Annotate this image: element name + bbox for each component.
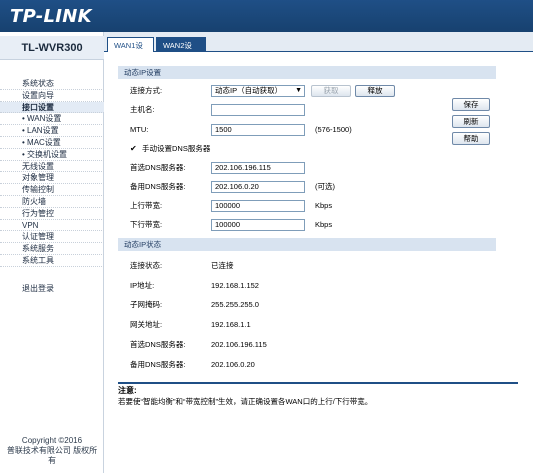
sidebar-item-system-status[interactable]: 系统状态 bbox=[0, 78, 104, 90]
sidebar-item-transmission-control[interactable]: 传输控制 bbox=[0, 184, 104, 196]
secondary-dns-input[interactable]: 202.106.0.20 bbox=[211, 181, 305, 193]
ip-address-label: IP地址: bbox=[130, 281, 155, 290]
sidebar-item-wan-settings[interactable]: • WAN设置 bbox=[0, 113, 104, 126]
primary-dns-label: 首选DNS服务器: bbox=[130, 163, 186, 172]
sidebar-item-system-tools[interactable]: 系统工具 bbox=[0, 255, 104, 267]
upload-bandwidth-input[interactable]: 100000 bbox=[211, 200, 305, 212]
mtu-input[interactable]: 1500 bbox=[211, 124, 305, 136]
top-header: TP-LINK bbox=[0, 0, 533, 32]
sidebar-item-firewall[interactable]: 防火墙 bbox=[0, 196, 104, 208]
tab-wan1[interactable]: WAN1设置 bbox=[107, 37, 154, 65]
release-button[interactable]: 释放 bbox=[355, 85, 395, 97]
copyright: Copyright ©2016 普联技术有限公司 版权所 有 bbox=[0, 436, 104, 466]
download-bandwidth-input[interactable]: 100000 bbox=[211, 219, 305, 231]
sidebar-item-switch-settings[interactable]: • 交换机设置 bbox=[0, 149, 104, 161]
hostname-label: 主机名: bbox=[130, 105, 155, 114]
primary-dns-row: 首选DNS服务器: 202.106.196.115 bbox=[130, 161, 430, 175]
gateway-label: 网关地址: bbox=[130, 320, 163, 329]
sidebar-item-vpn[interactable]: VPN bbox=[0, 220, 104, 232]
note-text: 若要使“智能均衡”和“带宽控制”生效，请正确设置各WAN口的上行/下行带宽。 bbox=[118, 397, 373, 406]
status-secondary-dns-row: 备用DNS服务器: 202.106.0.20 bbox=[130, 358, 430, 372]
secondary-dns-row: 备用DNS服务器: 202.106.0.20 (可选) bbox=[130, 180, 430, 194]
dynamic-ip-settings-header: 动态IP设置 bbox=[118, 66, 496, 79]
gateway-row: 网关地址: 192.168.1.1 bbox=[130, 318, 430, 332]
status-primary-dns-label: 首选DNS服务器: bbox=[130, 340, 186, 349]
mtu-label: MTU: bbox=[130, 125, 149, 134]
connection-mode-row: 连接方式: 动态IP（自动获取） ▼ 获取 释放 bbox=[130, 84, 430, 98]
manual-dns-row: ✔ 手动设置DNS服务器 bbox=[130, 142, 330, 156]
sidebar-menu: 系统状态 设置向导 接口设置 • WAN设置 • LAN设置 • MAC设置 •… bbox=[0, 78, 104, 295]
refresh-button[interactable]: 刷新 bbox=[452, 115, 490, 128]
download-bandwidth-row: 下行带宽: 100000 Kbps bbox=[130, 218, 430, 232]
upload-bandwidth-row: 上行带宽: 100000 Kbps bbox=[130, 199, 430, 213]
secondary-dns-note: (可选) bbox=[315, 182, 335, 191]
tab-bar: WAN1设置 WAN2设置 bbox=[104, 32, 533, 65]
copyright-line-1: Copyright ©2016 bbox=[21, 436, 83, 445]
manual-dns-checkbox[interactable]: ✔ bbox=[130, 144, 139, 153]
primary-dns-input[interactable]: 202.106.196.115 bbox=[211, 162, 305, 174]
note-title: 注意: bbox=[118, 386, 137, 395]
sidebar-item-behavior-control[interactable]: 行为管控 bbox=[0, 208, 104, 220]
subnet-mask-label: 子网掩码: bbox=[130, 300, 163, 309]
help-button[interactable]: 帮助 bbox=[452, 132, 490, 145]
connection-status-value: 已连接 bbox=[211, 261, 234, 270]
connection-mode-label: 连接方式: bbox=[130, 86, 163, 95]
main-panel: 动态IP设置 连接方式: 动态IP（自动获取） ▼ 获取 释放 主机名: MTU… bbox=[104, 52, 533, 473]
connection-status-label: 连接状态: bbox=[130, 261, 163, 270]
hostname-row: 主机名: bbox=[130, 103, 430, 117]
mtu-range: (576-1500) bbox=[315, 125, 352, 134]
tab-wan2[interactable]: WAN2设置 bbox=[156, 37, 206, 65]
sidebar-item-interface-settings[interactable]: 接口设置 bbox=[0, 101, 104, 114]
connection-mode-select[interactable]: 动态IP（自动获取） ▼ bbox=[211, 85, 305, 97]
save-button[interactable]: 保存 bbox=[452, 98, 490, 111]
subnet-mask-value: 255.255.255.0 bbox=[211, 300, 259, 309]
status-primary-dns-row: 首选DNS服务器: 202.106.196.115 bbox=[130, 338, 430, 352]
secondary-dns-label: 备用DNS服务器: bbox=[130, 182, 186, 191]
sidebar-item-setup-wizard[interactable]: 设置向导 bbox=[0, 90, 104, 102]
subnet-mask-row: 子网掩码: 255.255.255.0 bbox=[130, 298, 430, 312]
tp-link-logo: TP-LINK bbox=[10, 6, 92, 27]
status-secondary-dns-value: 202.106.0.20 bbox=[211, 360, 255, 369]
device-model: TL-WVR300 bbox=[0, 36, 104, 60]
download-bandwidth-unit: Kbps bbox=[315, 220, 333, 229]
mtu-row: MTU: 1500 (576-1500) bbox=[130, 123, 430, 137]
sidebar-item-system-services[interactable]: 系统服务 bbox=[0, 243, 104, 255]
ip-address-value: 192.168.1.152 bbox=[211, 281, 259, 290]
status-secondary-dns-label: 备用DNS服务器: bbox=[130, 360, 186, 369]
sidebar: TL-WVR300 系统状态 设置向导 接口设置 • WAN设置 • LAN设置… bbox=[0, 32, 104, 473]
dynamic-ip-status-header: 动态IP状态 bbox=[118, 238, 496, 251]
download-bandwidth-label: 下行带宽: bbox=[130, 220, 163, 229]
sidebar-item-wireless-settings[interactable]: 无线设置 bbox=[0, 161, 104, 173]
sidebar-item-mac-settings[interactable]: • MAC设置 bbox=[0, 137, 104, 149]
connection-mode-value: 动态IP（自动获取） bbox=[215, 86, 283, 95]
connection-status-row: 连接状态: 已连接 bbox=[130, 259, 430, 273]
upload-bandwidth-unit: Kbps bbox=[315, 201, 333, 210]
sidebar-item-object-management[interactable]: 对象管理 bbox=[0, 172, 104, 185]
get-button[interactable]: 获取 bbox=[311, 85, 351, 97]
sidebar-item-lan-settings[interactable]: • LAN设置 bbox=[0, 125, 104, 137]
status-primary-dns-value: 202.106.196.115 bbox=[211, 340, 267, 349]
note-box: 注意: 若要使“智能均衡”和“带宽控制”生效，请正确设置各WAN口的上行/下行带… bbox=[118, 382, 518, 407]
upload-bandwidth-label: 上行带宽: bbox=[130, 201, 163, 210]
ip-address-row: IP地址: 192.168.1.152 bbox=[130, 279, 430, 293]
manual-dns-label: 手动设置DNS服务器 bbox=[142, 144, 211, 153]
chevron-down-icon: ▼ bbox=[295, 87, 302, 94]
sidebar-item-logout[interactable]: 退出登录 bbox=[0, 283, 104, 295]
gateway-value: 192.168.1.1 bbox=[211, 320, 251, 329]
copyright-line-3: 有 bbox=[48, 456, 56, 465]
copyright-line-2: 普联技术有限公司 版权所 bbox=[6, 446, 98, 455]
sidebar-item-auth-management[interactable]: 认证管理 bbox=[0, 231, 104, 244]
hostname-input[interactable] bbox=[211, 104, 305, 116]
